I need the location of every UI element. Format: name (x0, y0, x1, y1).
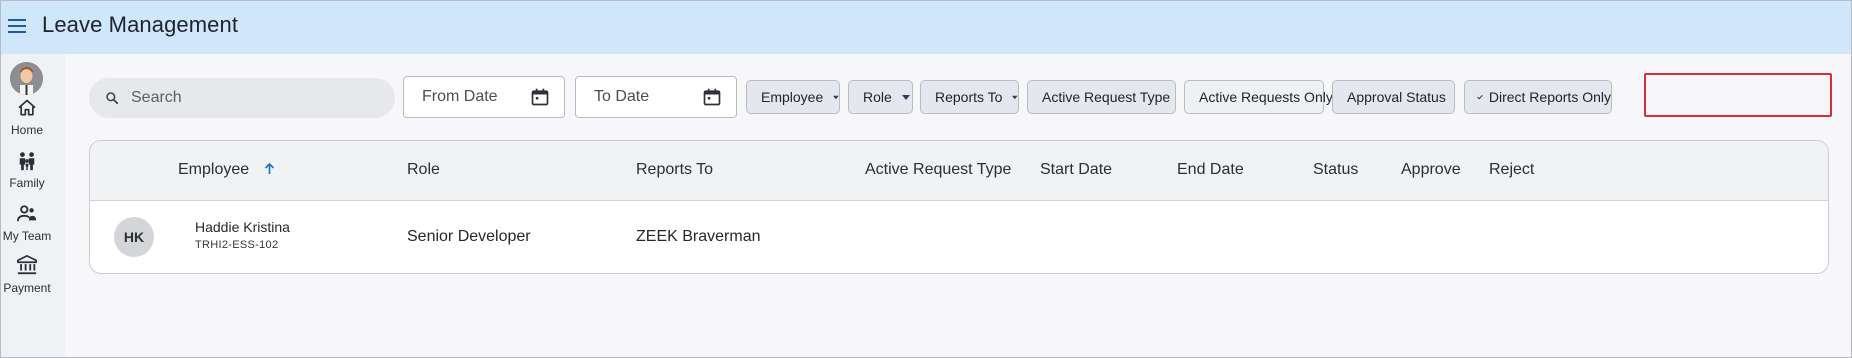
chip-label: Employee (761, 89, 824, 105)
approval-status-filter-chip[interactable]: Approval Status (1332, 80, 1455, 114)
top-app-bar: Leave Management (1, 1, 1851, 54)
from-date-input[interactable] (422, 88, 542, 106)
bank-icon (17, 255, 37, 275)
table-header: Employee Role Reports To Active Request … (90, 141, 1828, 201)
user-avatar[interactable] (10, 62, 43, 95)
chip-label: Direct Reports Only (1488, 89, 1611, 105)
column-header-employee[interactable]: Employee (178, 161, 275, 179)
column-header-approve: Approve (1401, 161, 1461, 178)
direct-reports-only-chip[interactable]: Direct Reports Only (1464, 80, 1612, 114)
sidebar-item-label: Home (10, 123, 43, 137)
active-request-type-filter-chip[interactable]: Active Request Type (1027, 80, 1176, 114)
sidebar-item-payment[interactable]: Payment (1, 254, 53, 295)
column-header-reject: Reject (1489, 161, 1535, 178)
search-box[interactable] (89, 78, 395, 118)
column-header-reports-to[interactable]: Reports To (636, 161, 713, 179)
column-header-start-date[interactable]: Start Date (1040, 161, 1112, 179)
hamburger-menu-icon[interactable] (5, 14, 29, 38)
caret-down-icon (833, 95, 839, 99)
app-window: Leave Management Home Family My Team Pay… (0, 0, 1852, 358)
sidebar-item-my-team[interactable]: My Team (1, 204, 53, 243)
search-input[interactable] (131, 89, 361, 107)
sidebar: Home Family My Team Payment (1, 54, 65, 357)
sort-ascending-icon[interactable] (264, 162, 275, 175)
employee-filter-chip[interactable]: Employee (746, 80, 840, 114)
chip-label: Active Requests Only (1199, 89, 1333, 105)
chip-label: Approval Status (1347, 89, 1446, 105)
from-date-field[interactable] (403, 76, 565, 118)
sidebar-item-home[interactable]: Home (1, 98, 53, 137)
cell-reports-to: ZEEK Braverman (636, 228, 761, 245)
sidebar-item-label: Payment (3, 281, 51, 295)
chip-label: Reports To (935, 89, 1003, 105)
search-icon (106, 92, 119, 105)
column-header-role[interactable]: Role (407, 161, 440, 179)
role-filter-chip[interactable]: Role (848, 80, 913, 114)
page-title: Leave Management (42, 12, 239, 37)
family-icon (19, 152, 35, 171)
sidebar-item-label: My Team (2, 229, 52, 243)
cell-role: Senior Developer (407, 228, 531, 245)
leave-requests-table: Employee Role Reports To Active Request … (89, 140, 1829, 274)
caret-down-icon (1012, 95, 1018, 99)
chip-label: Active Request Type (1042, 89, 1171, 105)
reports-to-filter-chip[interactable]: Reports To (920, 80, 1019, 114)
check-icon (1477, 94, 1483, 100)
sidebar-item-label: Family (9, 176, 45, 190)
calendar-icon[interactable] (702, 87, 722, 112)
to-date-input[interactable] (594, 88, 714, 106)
column-header-active-request-type[interactable]: Active Request Type (865, 161, 1011, 179)
chip-label: Role (863, 89, 892, 105)
team-icon (17, 205, 37, 222)
home-icon (18, 99, 36, 116)
table-row[interactable]: HK Haddie Kristina TRHI2-ESS-102 Senior … (90, 202, 1828, 273)
calendar-icon[interactable] (530, 87, 550, 112)
column-header-end-date[interactable]: End Date (1177, 161, 1244, 179)
to-date-field[interactable] (575, 76, 737, 118)
column-header-status[interactable]: Status (1313, 161, 1358, 179)
employee-id: TRHI2-ESS-102 (195, 239, 279, 251)
active-requests-only-chip[interactable]: Active Requests Only (1184, 80, 1333, 114)
employee-avatar: HK (114, 217, 154, 257)
main-content: Employee Role Reports To Active Request … (65, 54, 1851, 357)
employee-name: Haddie Kristina (195, 219, 290, 235)
sidebar-item-family[interactable]: Family (1, 151, 53, 190)
caret-down-icon (901, 94, 910, 100)
